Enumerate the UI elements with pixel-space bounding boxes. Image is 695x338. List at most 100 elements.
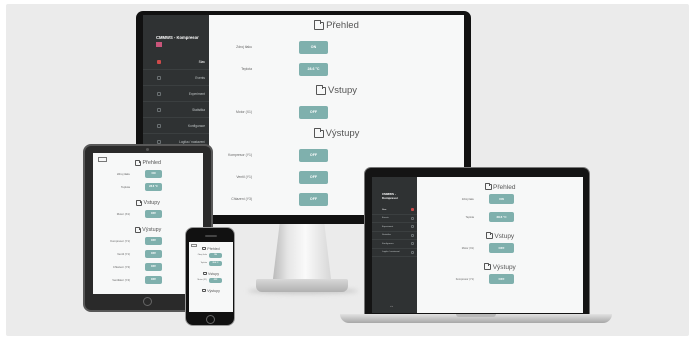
status-row: Zdroj tlaku ON	[209, 36, 464, 58]
folder-icon	[134, 226, 141, 233]
row-label: Kompresor (Y1)	[110, 238, 130, 243]
status-row: Teplota 28.6 °C	[209, 58, 464, 80]
status-row: Zdroj tlaku ON	[417, 190, 583, 208]
row-label: Teplota	[200, 262, 207, 264]
section-label: Přehled	[142, 160, 162, 166]
folder-icon	[485, 232, 493, 239]
chart-icon	[411, 233, 414, 237]
phone-home-button	[206, 315, 215, 324]
status-row: Teplota 28.6 °C	[93, 180, 203, 193]
zdroj-tlaku-button[interactable]: ON	[209, 252, 222, 258]
chlazeni-toggle[interactable]: OFF	[145, 262, 162, 271]
sidebar-item-experiment[interactable]: Experiment	[372, 223, 417, 232]
sidebar-item-statistika[interactable]: Statistika	[372, 232, 417, 240]
row-label: Chlazení (Y3)	[112, 264, 130, 269]
input-row: Motor (X1) OFF	[189, 276, 233, 284]
motor-toggle[interactable]: OFF	[299, 105, 328, 119]
events-icon	[411, 216, 414, 220]
tablet-camera	[146, 148, 149, 151]
teplota-button[interactable]: 28.6 °C	[209, 260, 222, 266]
motor-toggle[interactable]: OFF	[489, 243, 514, 253]
sidebar-item-stav[interactable]: Stav	[143, 54, 209, 70]
row-label: Ventil (Y1)	[236, 175, 252, 179]
row-label: Zdroj tlaku	[461, 197, 474, 201]
output-row: Kompresor (Y1) OFF	[417, 270, 583, 288]
app-title: CMMWS - Kompresor	[156, 35, 199, 40]
laptop-notch	[456, 314, 496, 317]
zdroj-tlaku-button[interactable]: ON	[489, 194, 514, 204]
teplota-button[interactable]: 28.6 °C	[489, 212, 514, 222]
row-label: Teplota	[120, 184, 130, 189]
menu-icon[interactable]	[191, 244, 197, 247]
folder-icon	[313, 127, 324, 138]
tablet-home-button	[143, 297, 152, 306]
experiment-icon	[157, 91, 161, 96]
experiment-icon	[411, 225, 414, 229]
menu-icon[interactable]	[98, 157, 107, 162]
sidebar-item-statistika[interactable]: Statistika	[143, 102, 209, 118]
motor-toggle[interactable]: OFF	[209, 277, 222, 283]
row-label: Zdroj tlaku	[197, 254, 207, 256]
logic-icon	[157, 139, 161, 144]
kompresor-toggle[interactable]: OFF	[489, 274, 514, 284]
motor-toggle[interactable]: OFF	[145, 209, 162, 218]
section-prehled-title: Přehled	[417, 177, 583, 191]
sidebar-pager[interactable]: ◂ ▸	[390, 305, 393, 308]
section-label: Přehled	[326, 20, 359, 31]
kompresor-toggle[interactable]: OFF	[299, 148, 328, 162]
sidebar-item-events[interactable]: Events	[143, 70, 209, 86]
section-vstupy-title: Vstupy	[93, 193, 203, 207]
section-label: Vstupy	[327, 85, 358, 96]
sidebar-item-experiment[interactable]: Experiment	[143, 86, 209, 102]
section-vstupy-title: Vstupy	[417, 226, 583, 240]
sidebar-item-konfigurace[interactable]: Konfigurace	[372, 240, 417, 249]
status-row: Teplota 28.6 °C	[417, 208, 583, 226]
folder-icon	[314, 19, 325, 30]
folder-icon	[202, 247, 207, 250]
zdroj-tlaku-button[interactable]: ON	[299, 40, 328, 54]
sidebar-item-label: Stav	[382, 208, 387, 211]
teplota-button[interactable]: 28.6 °C	[145, 182, 162, 191]
app-logo-icon	[156, 42, 162, 47]
sidebar-item-events[interactable]: Events	[372, 215, 417, 223]
events-icon	[157, 75, 161, 80]
status-row: Teplota 28.6 °C	[189, 259, 233, 267]
sidebar-item-label: Statistika	[192, 107, 205, 112]
teplota-button[interactable]: 28.6 °C	[299, 62, 328, 76]
input-row: Motor (X1) OFF	[209, 101, 464, 123]
ventilator-toggle[interactable]: OFF	[145, 275, 162, 284]
sidebar-item-stav[interactable]: Stav	[372, 206, 417, 215]
folder-icon	[484, 183, 492, 190]
chlazeni-toggle[interactable]: OFF	[299, 192, 328, 206]
sidebar-item-label: Stav	[198, 59, 205, 64]
status-icon	[157, 59, 161, 64]
sidebar-item-logika[interactable]: Logika / nastavení	[372, 249, 417, 257]
status-icon	[411, 208, 414, 212]
row-label: Chlazení (Y3)	[231, 197, 252, 201]
sidebar-item-label: Konfigurace	[382, 242, 394, 245]
ventil-toggle[interactable]: OFF	[145, 249, 162, 258]
section-prehled-title: Přehled	[93, 153, 203, 167]
phone-screen: Přehled Zdroj tlaku ON Teplota 28.6 °C Vst…	[189, 242, 233, 312]
chart-icon	[157, 107, 161, 112]
section-label: Přehled	[207, 246, 220, 251]
ventil-toggle[interactable]: OFF	[299, 170, 328, 184]
row-label: Ventilátor (Y4)	[112, 277, 130, 282]
monitor-stand-base	[256, 279, 348, 292]
kompresor-toggle[interactable]: OFF	[145, 236, 162, 245]
folder-icon	[202, 289, 207, 292]
laptop-screen: CMMWS - Kompresor Stav Events Experiment …	[372, 177, 583, 313]
zdroj-tlaku-button[interactable]: ON	[145, 169, 162, 178]
sidebar-item-label: Events	[382, 217, 389, 220]
sidebar-item-label: Experiment	[188, 91, 205, 96]
section-label: Výstupy	[492, 263, 516, 271]
sidebar-item-konfigurace[interactable]: Konfigurace	[143, 118, 209, 134]
output-row: Kompresor (Y1) OFF	[209, 144, 464, 166]
showcase-canvas: CMMWS - Kompresor Stav Events Experiment…	[0, 0, 695, 338]
section-vystupy-title: Výstupy	[209, 123, 464, 144]
laptop-sidebar: CMMWS - Kompresor Stav Events Experiment …	[372, 177, 417, 313]
input-row: Motor (X1) OFF	[93, 207, 203, 220]
section-label: Výstupy	[325, 128, 360, 139]
phone-device: Přehled Zdroj tlaku ON Teplota 28.6 °C Vst…	[185, 227, 235, 326]
sidebar-item-label: Logika / nastavení	[179, 139, 205, 144]
